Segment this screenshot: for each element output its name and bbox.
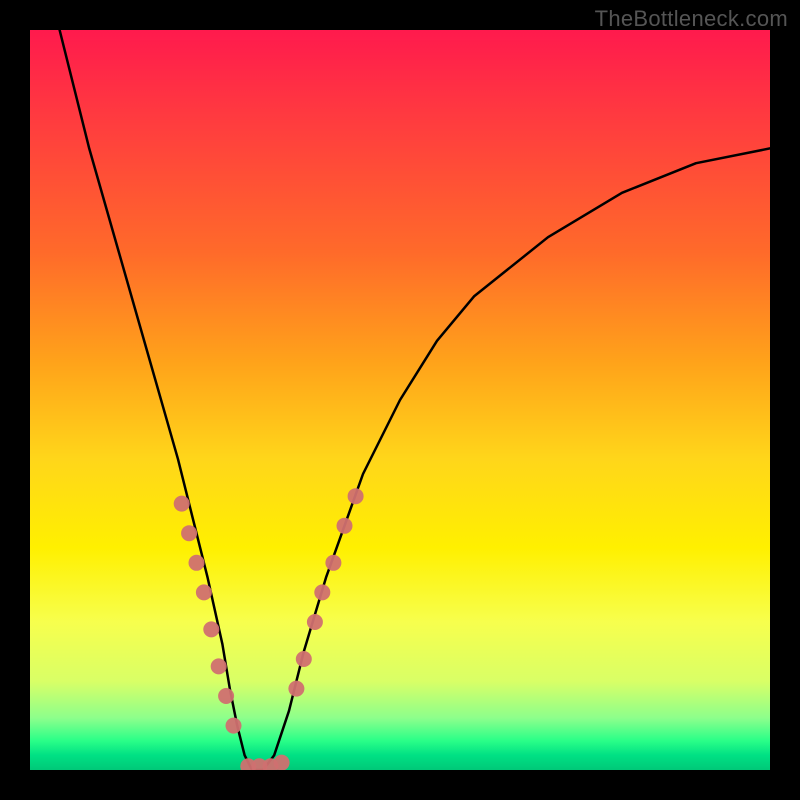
data-marker — [196, 584, 212, 600]
data-marker — [218, 688, 234, 704]
markers-layer — [174, 488, 364, 770]
data-marker — [307, 614, 323, 630]
data-marker — [325, 555, 341, 571]
chart-svg — [30, 30, 770, 770]
data-marker — [226, 718, 242, 734]
chart-frame: TheBottleneck.com — [0, 0, 800, 800]
data-marker — [296, 651, 312, 667]
data-marker — [189, 555, 205, 571]
data-marker — [203, 621, 219, 637]
bottleneck-curve — [60, 30, 770, 770]
watermark-text: TheBottleneck.com — [595, 6, 788, 32]
data-marker — [174, 496, 190, 512]
data-marker — [181, 525, 197, 541]
data-marker — [348, 488, 364, 504]
data-marker — [337, 518, 353, 534]
data-marker — [288, 681, 304, 697]
plot-area — [30, 30, 770, 770]
data-marker — [274, 755, 290, 770]
data-marker — [211, 658, 227, 674]
data-marker — [314, 584, 330, 600]
curve-layer — [60, 30, 770, 770]
